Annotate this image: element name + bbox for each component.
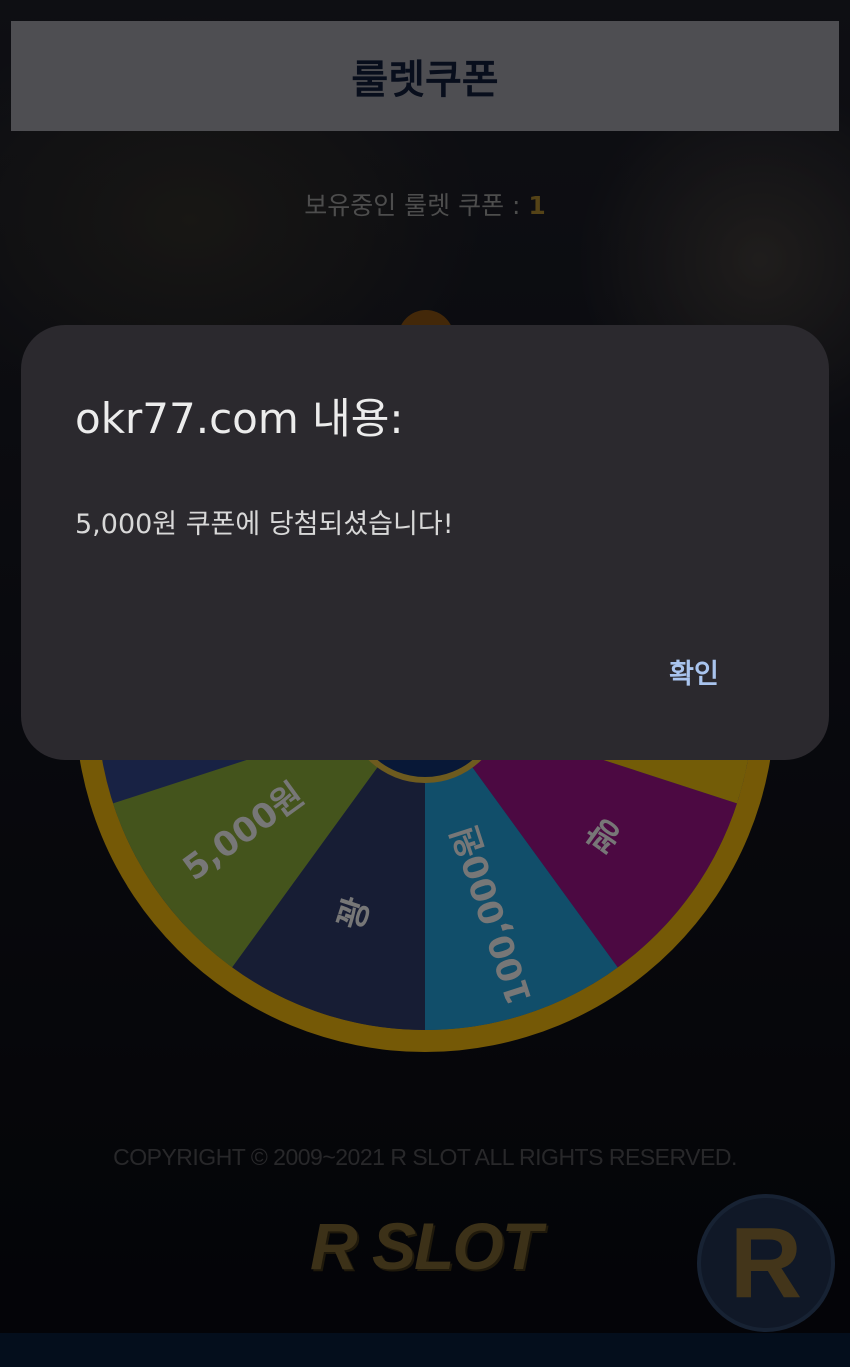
dialog-title: okr77.com 내용:	[75, 394, 404, 443]
alert-dialog: okr77.com 내용: 5,000원 쿠폰에 당첨되셨습니다! 확인	[21, 325, 829, 760]
confirm-button[interactable]: 확인	[649, 643, 739, 699]
dialog-message: 5,000원 쿠폰에 당첨되셨습니다!	[75, 509, 454, 540]
